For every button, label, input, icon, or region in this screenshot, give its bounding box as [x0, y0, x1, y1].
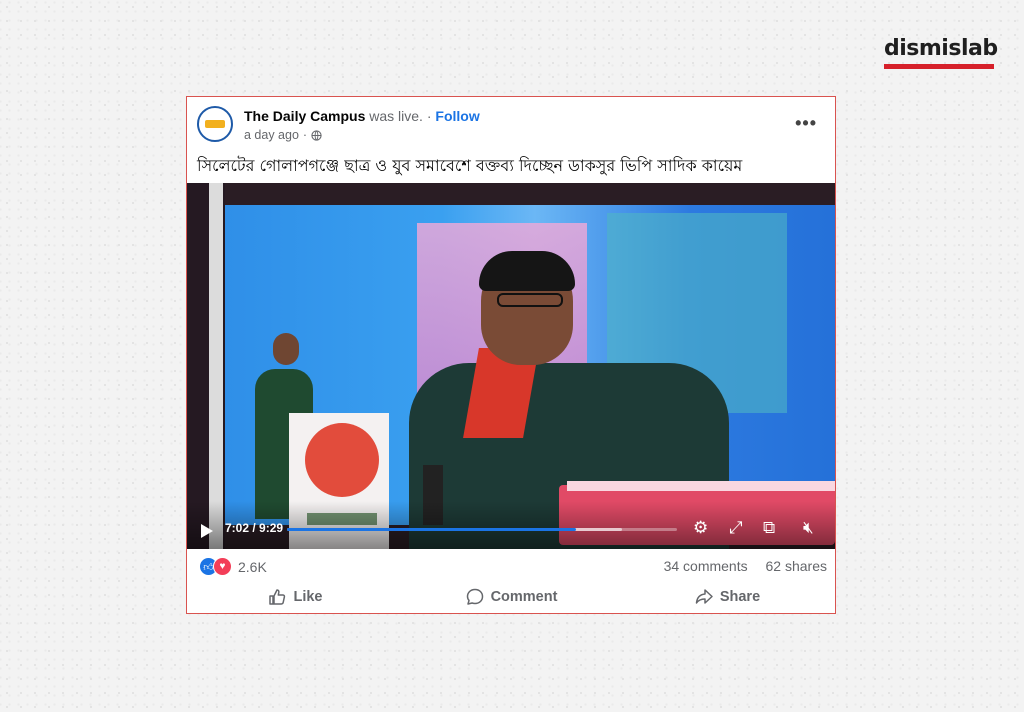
progress-played [287, 528, 576, 531]
post-header: The Daily Campus was live. · Follow a da… [187, 97, 835, 175]
live-status-text: was live. [369, 108, 423, 124]
follow-button[interactable]: Follow [435, 108, 479, 124]
video-controls: 7:02 / 9:29 ⚙ ⤢ ⧉ 🔇︎ [187, 501, 835, 549]
globe-icon [311, 129, 322, 141]
comments-count-link[interactable]: 34 comments [664, 558, 748, 574]
like-label: Like [293, 589, 323, 605]
stage-pole [209, 183, 223, 549]
page-avatar[interactable] [197, 106, 233, 142]
fullscreen-icon[interactable]: ⤢ [729, 519, 743, 537]
post-caption: সিলেটের গোলাপগঞ্জে ছাত্র ও যুব সমাবেশে ব… [197, 156, 743, 175]
brand-underline [884, 64, 994, 69]
post-author-line: The Daily Campus was live. · Follow [244, 108, 480, 124]
brand-logo-text: dismislab [884, 36, 998, 61]
share-arrow-icon [695, 589, 713, 604]
reaction-count: 2.6K [238, 558, 267, 575]
like-button[interactable]: Like [187, 582, 403, 612]
comment-share-counts: 34 comments 62 shares [664, 558, 827, 574]
more-options-icon[interactable]: ••• [795, 113, 817, 134]
speaker-head [273, 333, 299, 365]
shares-count-link[interactable]: 62 shares [766, 558, 827, 574]
comment-bubble-icon [466, 588, 483, 605]
video-time: 7:02 / 9:29 [225, 521, 284, 535]
facebook-post-card: The Daily Campus was live. · Follow a da… [186, 96, 836, 614]
post-actions-bar: Like Comment Share [187, 582, 835, 612]
dismislab-logo: dismislab [884, 36, 998, 69]
picture-in-picture-icon[interactable]: ⧉ [763, 519, 775, 537]
reactions-summary[interactable]: 👍︎ ♥ 2.6K [199, 557, 267, 576]
volume-muted-icon[interactable]: 🔇︎ [803, 519, 814, 537]
progress-bar[interactable] [287, 528, 677, 531]
post-meta: a day ago · [244, 128, 322, 142]
screen-speaker-hair [479, 251, 575, 291]
thumbs-up-icon [269, 589, 286, 605]
meta-separator: · [302, 128, 308, 142]
comment-label: Comment [490, 589, 558, 605]
scales-emblem [305, 423, 379, 497]
comment-button[interactable]: Comment [403, 582, 619, 612]
separator-dot: · [426, 108, 432, 124]
eyeglasses [497, 293, 563, 307]
love-reaction-icon: ♥ [213, 557, 232, 576]
lectern-top [567, 481, 835, 491]
settings-icon[interactable]: ⚙ [693, 519, 708, 537]
engagement-stats: 👍︎ ♥ 2.6K 34 comments 62 shares [187, 549, 835, 579]
avatar-logo-mark [205, 120, 225, 128]
share-button[interactable]: Share [619, 582, 835, 612]
post-timestamp[interactable]: a day ago [244, 128, 299, 142]
share-label: Share [719, 589, 761, 605]
play-icon[interactable] [201, 524, 213, 538]
page-name-link[interactable]: The Daily Campus [244, 108, 365, 124]
video-player[interactable]: 7:02 / 9:29 ⚙ ⤢ ⧉ 🔇︎ [187, 183, 835, 549]
